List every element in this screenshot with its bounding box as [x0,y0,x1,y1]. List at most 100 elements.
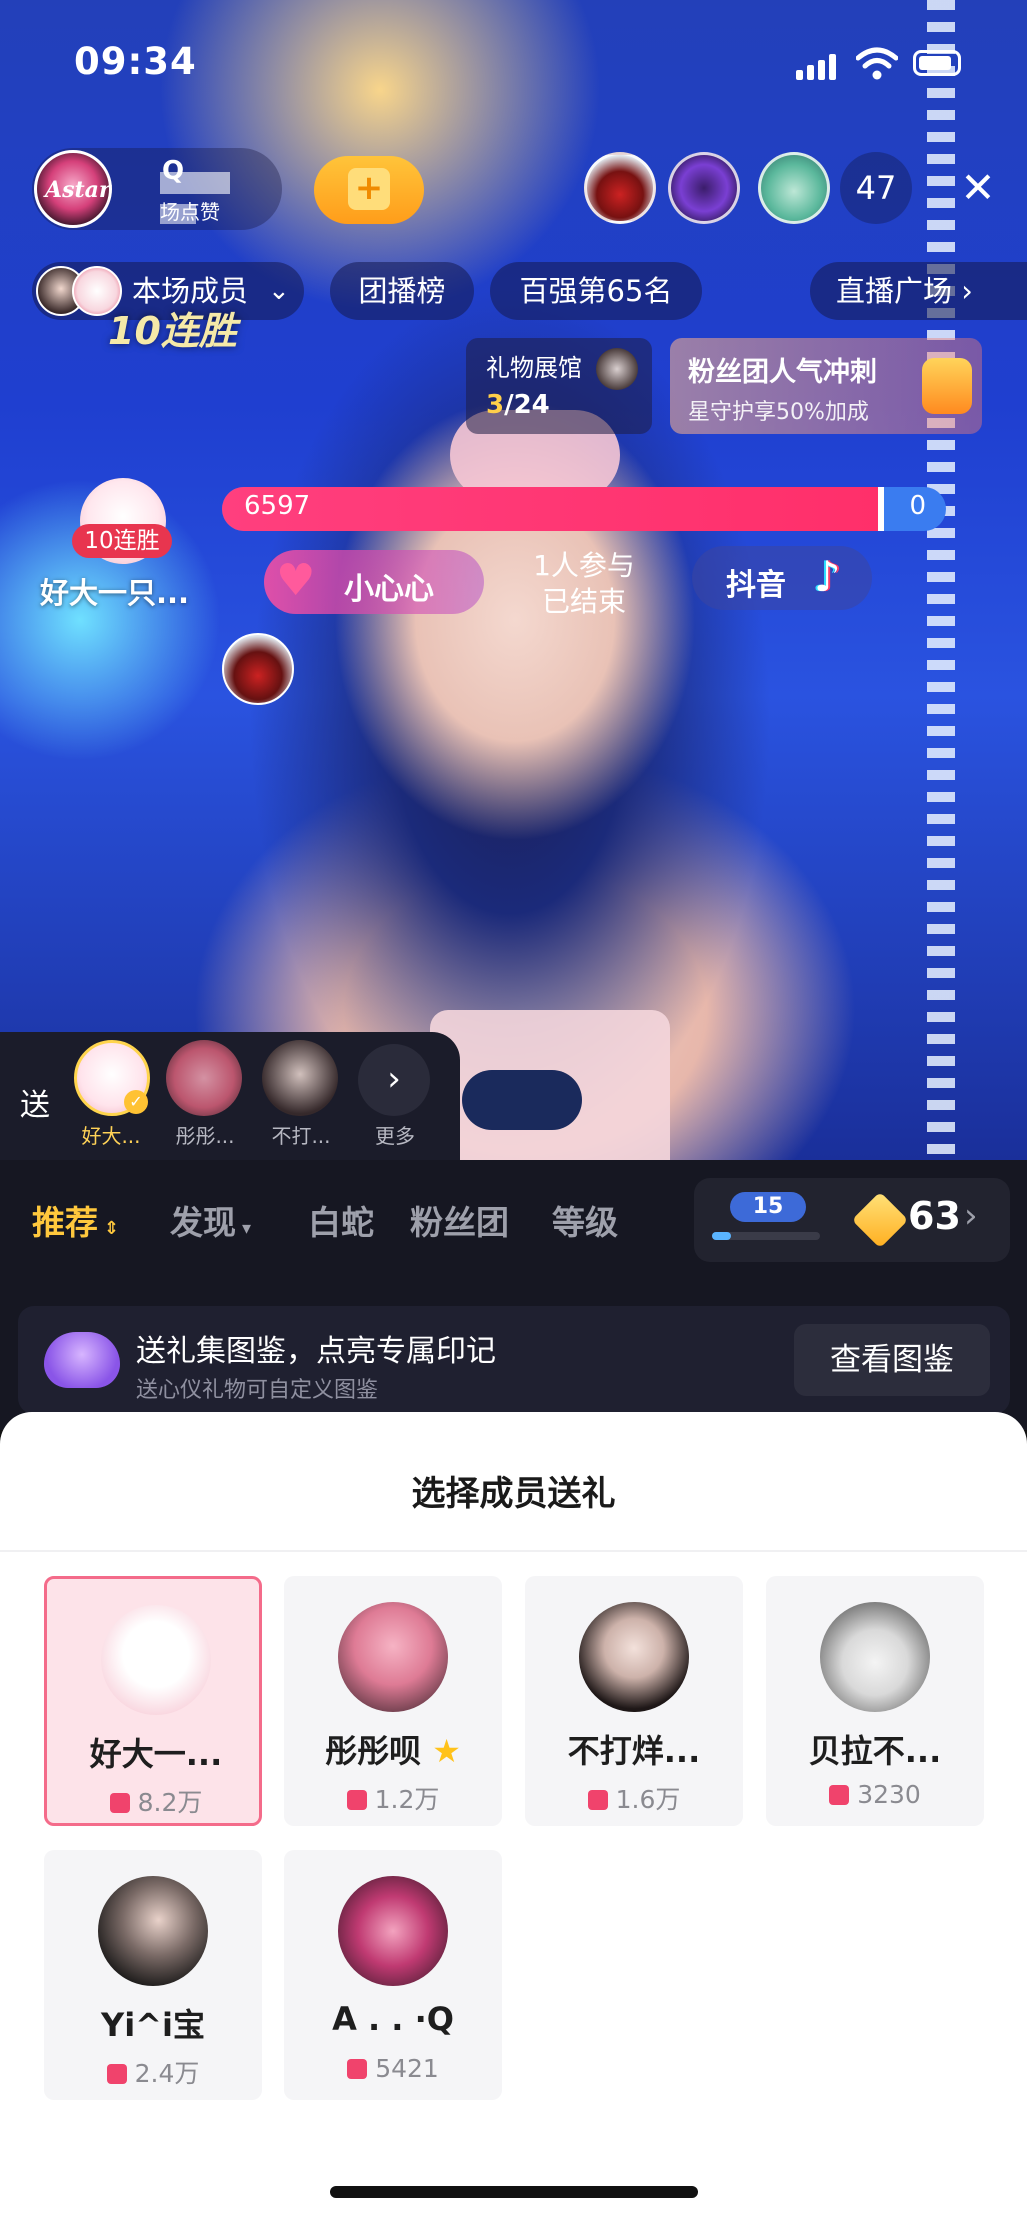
member-card[interactable]: 彤彤呗 ★ 1.2万 [284,1576,502,1826]
pk-left-fill [222,487,882,531]
viewer-avatar[interactable] [222,633,294,705]
gift-hall-widget[interactable]: 礼物展馆 3/24 [466,338,652,434]
divider [0,1550,1027,1552]
tab-recommend[interactable]: 推荐 ⇕ [32,1196,119,1244]
member-avatar [101,1605,211,1715]
tab-discover[interactable]: 发现 ▾ [170,1196,251,1244]
gift-icon [109,1793,130,1813]
member-card-selected[interactable]: 好大一... 8.2万 [44,1576,262,1826]
win-streak-banner: 10连胜 [108,309,237,353]
fan-club-title: 粉丝团人气冲刺 [688,357,877,388]
host-avatar-logo: Astar [45,177,111,203]
purple-heart-icon [44,1332,120,1388]
member-gift-value: 1.6万 [525,1780,743,1816]
tab-fan-club[interactable]: 粉丝团 [410,1196,509,1244]
collection-title: 送礼集图鉴，点亮专属印记 [136,1334,496,1369]
recipient-avatar[interactable] [166,1040,242,1116]
gift-sender-name: 好大一只... [40,576,190,610]
wallet-widget[interactable]: 15 63 › [694,1178,1010,1262]
host-avatar[interactable]: Astar [34,150,112,228]
douyin-label: 抖音 [726,568,786,603]
member-gift-value: 5421 [284,2054,502,2083]
battery-icon [913,50,961,76]
member-card[interactable]: 贝拉不... 3230 [766,1576,984,1826]
gift-hall-avatar [596,348,638,390]
participation-status: 1人参与 已结束 [533,549,635,618]
plus-icon: + [348,168,390,210]
hourly-rank-chip[interactable]: 百强第65名 [490,262,702,320]
member-gift-value: 8.2万 [47,1783,265,1819]
tuanbo-rank-chip[interactable]: 团播榜 [330,262,474,320]
member-name: 彤彤呗 ★ [325,1732,461,1770]
viewer-count[interactable]: 47 [840,152,912,224]
gem-level-progress [712,1232,820,1240]
viewer-avatar[interactable] [668,152,740,224]
recipient-name: 不打... [271,1124,331,1148]
gift-icon [106,2064,127,2084]
recipient-avatar[interactable] [262,1040,338,1116]
member-gift-value: 3230 [766,1780,984,1809]
collection-subtitle: 送心仪礼物可自定义图鉴 [136,1378,379,1403]
member-card[interactable]: Yi^i宝 2.4万 [44,1850,262,2100]
dress-bow [462,1070,582,1130]
caret-down-icon: ▾ [242,1218,252,1239]
gift-effect-name: 小心心 [344,572,434,607]
wifi-icon [856,47,898,80]
gift-hall-progress: 3/24 [486,390,550,420]
live-plaza-label: 直播广场 [836,274,953,308]
status-time: 09:34 [74,40,197,83]
pk-score-bar: 6597 0 [222,487,946,531]
heart-icon: ♥ [276,555,316,606]
pk-left-score: 6597 [244,491,311,521]
member-gift-value: 1.2万 [284,1780,502,1816]
live-room-screen: 09:34 Astar Q 场点赞 + 47 ✕ 本场成员 ⌄ 团播榜 百强第6… [0,0,1027,2222]
member-picker-sheet: 选择成员送礼 好大一... 8.2万 彤彤呗 ★ 1.2万 不打烊... 1.6… [0,1412,1027,2222]
diamond-coin-icon [851,1191,909,1249]
member-avatar [338,1876,448,1986]
douyin-badge[interactable]: 抖音 ♪ [692,546,872,610]
view-collection-button[interactable]: 查看图鉴 [794,1324,990,1396]
host-info[interactable]: Astar Q 场点赞 [32,148,282,230]
viewer-avatar[interactable] [758,152,830,224]
member-name: Yi^i宝 [101,2006,205,2044]
gift-collection-banner[interactable]: 送礼集图鉴，点亮专属印记 送心仪礼物可自定义图鉴 查看图鉴 [18,1306,1010,1414]
gift-icon [587,1790,608,1810]
more-recipients-button[interactable]: › [358,1044,430,1116]
chevron-down-icon: ⌄ [268,276,290,306]
member-name: 贝拉不... [808,1732,942,1770]
star-icon: ★ [421,1732,461,1770]
gift-icon [829,1785,850,1805]
gift-icon [346,1790,367,1810]
member-card[interactable]: A . . ·Q 5421 [284,1850,502,2100]
tiktok-note-icon: ♪ [814,552,841,601]
status-bar: 09:34 [0,0,1027,110]
member-avatar [820,1602,930,1712]
gift-icon [347,2059,368,2079]
fan-club-sprint-widget[interactable]: 粉丝团人气冲刺 星守护享50%加成 [670,338,982,434]
redacted-likes-block [160,204,196,224]
flame-icon [922,358,972,414]
check-icon: ✓ [124,1090,148,1114]
chevron-right-icon: › [961,274,973,308]
coin-balance: 63 [908,1194,961,1238]
pk-divider [878,487,884,531]
live-plaza-chip[interactable]: 直播广场 › [810,262,1027,320]
stage-lights [927,0,955,1160]
tab-level[interactable]: 等级 [552,1196,618,1244]
sort-icon: ⇕ [104,1218,120,1239]
tab-white-snake[interactable]: 白蛇 [308,1196,374,1244]
more-recipients-label: 更多 [375,1124,415,1148]
follow-button[interactable]: + [314,156,424,224]
chevron-right-icon: › [964,1196,978,1236]
member-card[interactable]: 不打烊... 1.6万 [525,1576,743,1826]
member-avatar [338,1602,448,1712]
viewer-avatar[interactable] [584,152,656,224]
member-name: 不打烊... [567,1732,701,1770]
recipient-name: 好大... [81,1124,141,1148]
member-avatar [579,1602,689,1712]
fan-club-subtitle: 星守护享50%加成 [688,400,869,425]
gem-level-badge: 15 [730,1192,806,1222]
close-icon[interactable]: ✕ [958,167,998,209]
home-indicator[interactable] [330,2186,698,2198]
member-name: A . . ·Q [332,2000,454,2038]
